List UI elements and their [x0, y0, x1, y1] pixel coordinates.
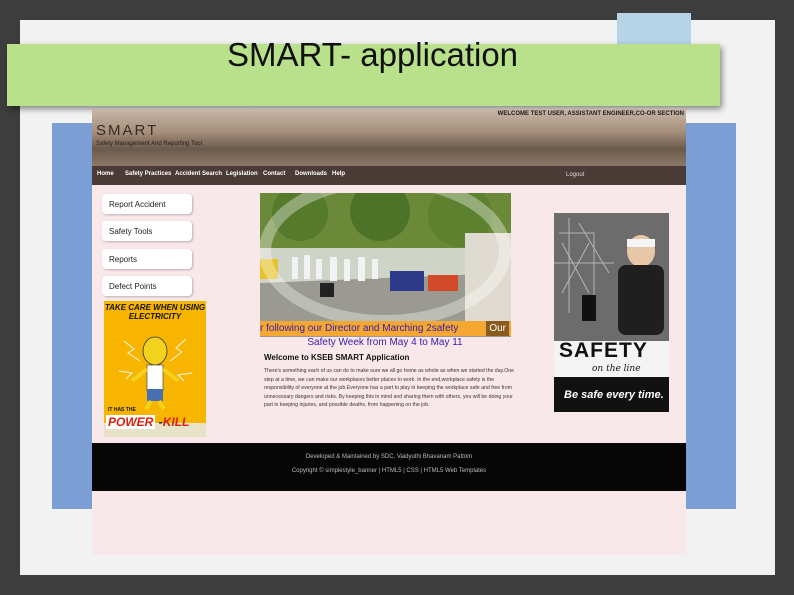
poster-kill: KILL: [162, 415, 190, 429]
electricity-safety-poster: TAKE CARE WHEN USING ELECTRICITY IT HAS …: [104, 301, 206, 437]
app-header: WELCOME TEST USER, ASSISTANT ENGINEER,CO…: [92, 109, 686, 166]
safety-script: on the line: [592, 364, 641, 374]
slide-title: SMART- application: [227, 36, 519, 73]
safety-slogan: Be safe every time.: [564, 389, 664, 401]
poster-power-kill: POWER -KILL: [106, 415, 190, 429]
defect-points-button[interactable]: Defect Points: [102, 276, 192, 296]
welcome-user-text: WELCOME TEST USER, ASSISTANT ENGINEER,CO…: [497, 111, 684, 117]
nav-bar: Home Safety Practices Accident Search Le…: [92, 166, 686, 185]
report-accident-button[interactable]: Report Accident: [102, 194, 192, 214]
poster-power: POWER: [106, 415, 156, 429]
reports-button[interactable]: Reports: [102, 249, 192, 269]
photo-caption-tail: Our: [486, 321, 509, 336]
brand-logo: SMART: [96, 122, 159, 139]
safety-week-text: Safety Week from May 4 to May 11: [307, 337, 463, 348]
footer-copyright: Copyright © simplestyle_banner | HTML5 |…: [291, 468, 487, 474]
app-footer: Developed & Maintained by SDC, Vaidyuthi…: [92, 443, 686, 491]
march-photo-image: [260, 193, 511, 337]
photo-caption: r following our Director and Marching 2s…: [260, 321, 511, 336]
nav-legislation[interactable]: Legislation: [226, 171, 258, 177]
nav-accident-search[interactable]: Accident Search: [175, 171, 222, 177]
nav-help[interactable]: Help: [332, 171, 345, 177]
march-photo: [260, 193, 511, 337]
lineman-photo-icon: [554, 213, 669, 412]
brand-tagline: Safety Management And Reporting Tool: [96, 141, 202, 147]
safety-tools-button[interactable]: Safety Tools: [102, 221, 192, 241]
nav-downloads[interactable]: Downloads: [295, 171, 327, 177]
safety-word: SAFETY: [559, 339, 648, 362]
nav-home[interactable]: Home: [97, 171, 114, 177]
safety-on-the-line-poster: SAFETY on the line Be safe every time.: [554, 213, 669, 412]
nav-safety-practices[interactable]: Safety Practices: [125, 171, 171, 177]
poster-subline: IT HAS THE: [108, 407, 136, 413]
welcome-paragraph: There's something each of us can do to m…: [264, 368, 515, 408]
nav-contact[interactable]: Contact: [263, 171, 285, 177]
welcome-heading: Welcome to KSEB SMART Application: [264, 353, 410, 362]
footer-developed-by: Developed & Maintained by SDC, Vaidyuthi…: [305, 454, 473, 460]
logout-link[interactable]: Logout: [566, 172, 584, 178]
smart-app-screenshot: WELCOME TEST USER, ASSISTANT ENGINEER,CO…: [92, 109, 686, 555]
photo-caption-text: r following our Director and Marching 2s…: [260, 323, 459, 334]
